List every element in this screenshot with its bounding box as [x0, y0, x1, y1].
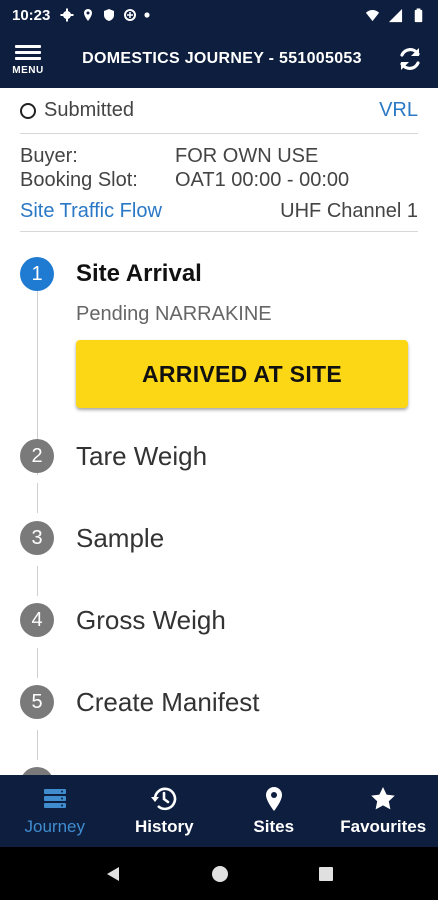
status-row: Submitted VRL — [20, 88, 418, 134]
step-connector — [37, 730, 38, 760]
status-circle-icon — [20, 102, 36, 119]
star-icon — [371, 787, 396, 810]
buyer-value: FOR OWN USE — [175, 145, 319, 167]
system-navigation-bar — [0, 847, 438, 900]
step-number: 5 — [20, 685, 54, 719]
step-label: Create Manifest — [76, 686, 260, 717]
recents-icon[interactable] — [318, 866, 334, 882]
nav-journey[interactable]: Journey — [0, 775, 110, 847]
menu-button[interactable]: MENU — [0, 30, 56, 88]
step-connector — [37, 483, 38, 513]
nav-label: History — [134, 817, 194, 836]
step-site-arrival[interactable]: 1 Site Arrival — [20, 257, 202, 291]
data-saver-icon — [124, 9, 137, 21]
arrived-at-site-button[interactable]: ARRIVED AT SITE — [76, 340, 408, 408]
system-icons — [365, 7, 426, 23]
nav-history[interactable]: History — [110, 775, 220, 847]
refresh-button[interactable] — [382, 30, 438, 88]
page-title: DOMESTICS JOURNEY - 551005053 — [82, 50, 362, 67]
status-time: 10:23 — [12, 6, 51, 24]
step-connector — [37, 566, 38, 596]
step-number: 4 — [20, 603, 54, 637]
map-pin-icon — [265, 787, 282, 811]
uhf-channel: UHF Channel 1 — [280, 200, 418, 222]
status-bar: 10:23 — [0, 0, 438, 30]
gear-icon — [60, 8, 74, 22]
step-connector — [37, 648, 38, 678]
step-label: Tare Weigh — [76, 440, 208, 471]
pending-status: Pending NARRAKINE — [76, 303, 272, 325]
journey-summary: Submitted VRL Buyer: FOR OWN USE Booking… — [20, 88, 418, 232]
booking-slot-value: OAT1 00:00 - 00:00 — [175, 169, 350, 191]
server-icon — [43, 789, 66, 808]
app-header: MENU DOMESTICS JOURNEY - 551005053 — [0, 30, 438, 88]
step-gross-weigh[interactable]: 4 Gross Weigh — [20, 603, 226, 637]
booking-info: Buyer: FOR OWN USE Booking Slot: OAT1 00… — [20, 134, 418, 192]
nav-label: Journey — [24, 817, 85, 836]
step-label: Gross Weigh — [76, 604, 226, 635]
dot-icon — [144, 12, 150, 18]
shield-icon — [104, 9, 115, 21]
vrl-link[interactable]: VRL — [379, 99, 418, 122]
booking-slot-label: Booking Slot: — [20, 169, 138, 191]
step-label: Sample — [76, 522, 165, 553]
nav-favourites[interactable]: Favourites — [329, 775, 438, 847]
buyer-row: Buyer: FOR OWN USE — [20, 144, 418, 168]
step-number: 3 — [20, 521, 54, 555]
step-create-manifest[interactable]: 5 Create Manifest — [20, 685, 260, 719]
step-sample[interactable]: 3 Sample — [20, 521, 164, 555]
status-text: Submitted — [44, 99, 135, 121]
hamburger-icon — [15, 42, 41, 63]
site-traffic-flow-link[interactable]: Site Traffic Flow — [20, 200, 162, 223]
history-icon — [151, 787, 177, 811]
step-number: 2 — [20, 439, 54, 473]
step-label: Site Arrival — [76, 260, 202, 287]
booking-slot-row: Booking Slot: OAT1 00:00 - 00:00 — [20, 168, 418, 192]
nav-label: Sites — [253, 817, 295, 836]
refresh-icon — [400, 48, 420, 70]
wifi-icon — [365, 9, 380, 21]
back-icon[interactable] — [104, 865, 122, 883]
home-icon[interactable] — [211, 865, 229, 883]
location-icon — [84, 9, 93, 21]
notification-icons — [60, 8, 150, 22]
links-row: Site Traffic Flow UHF Channel 1 — [20, 192, 418, 232]
menu-label: MENU — [12, 65, 44, 76]
nav-sites[interactable]: Sites — [219, 775, 329, 847]
battery-icon — [414, 7, 423, 22]
nav-label: Favourites — [340, 817, 427, 836]
step-tare-weigh[interactable]: 2 Tare Weigh — [20, 439, 207, 473]
step-number: 1 — [20, 257, 54, 291]
bottom-navigation: Journey History Sites Favourites — [0, 775, 438, 847]
buyer-label: Buyer: — [20, 145, 78, 167]
signal-icon — [388, 8, 403, 22]
